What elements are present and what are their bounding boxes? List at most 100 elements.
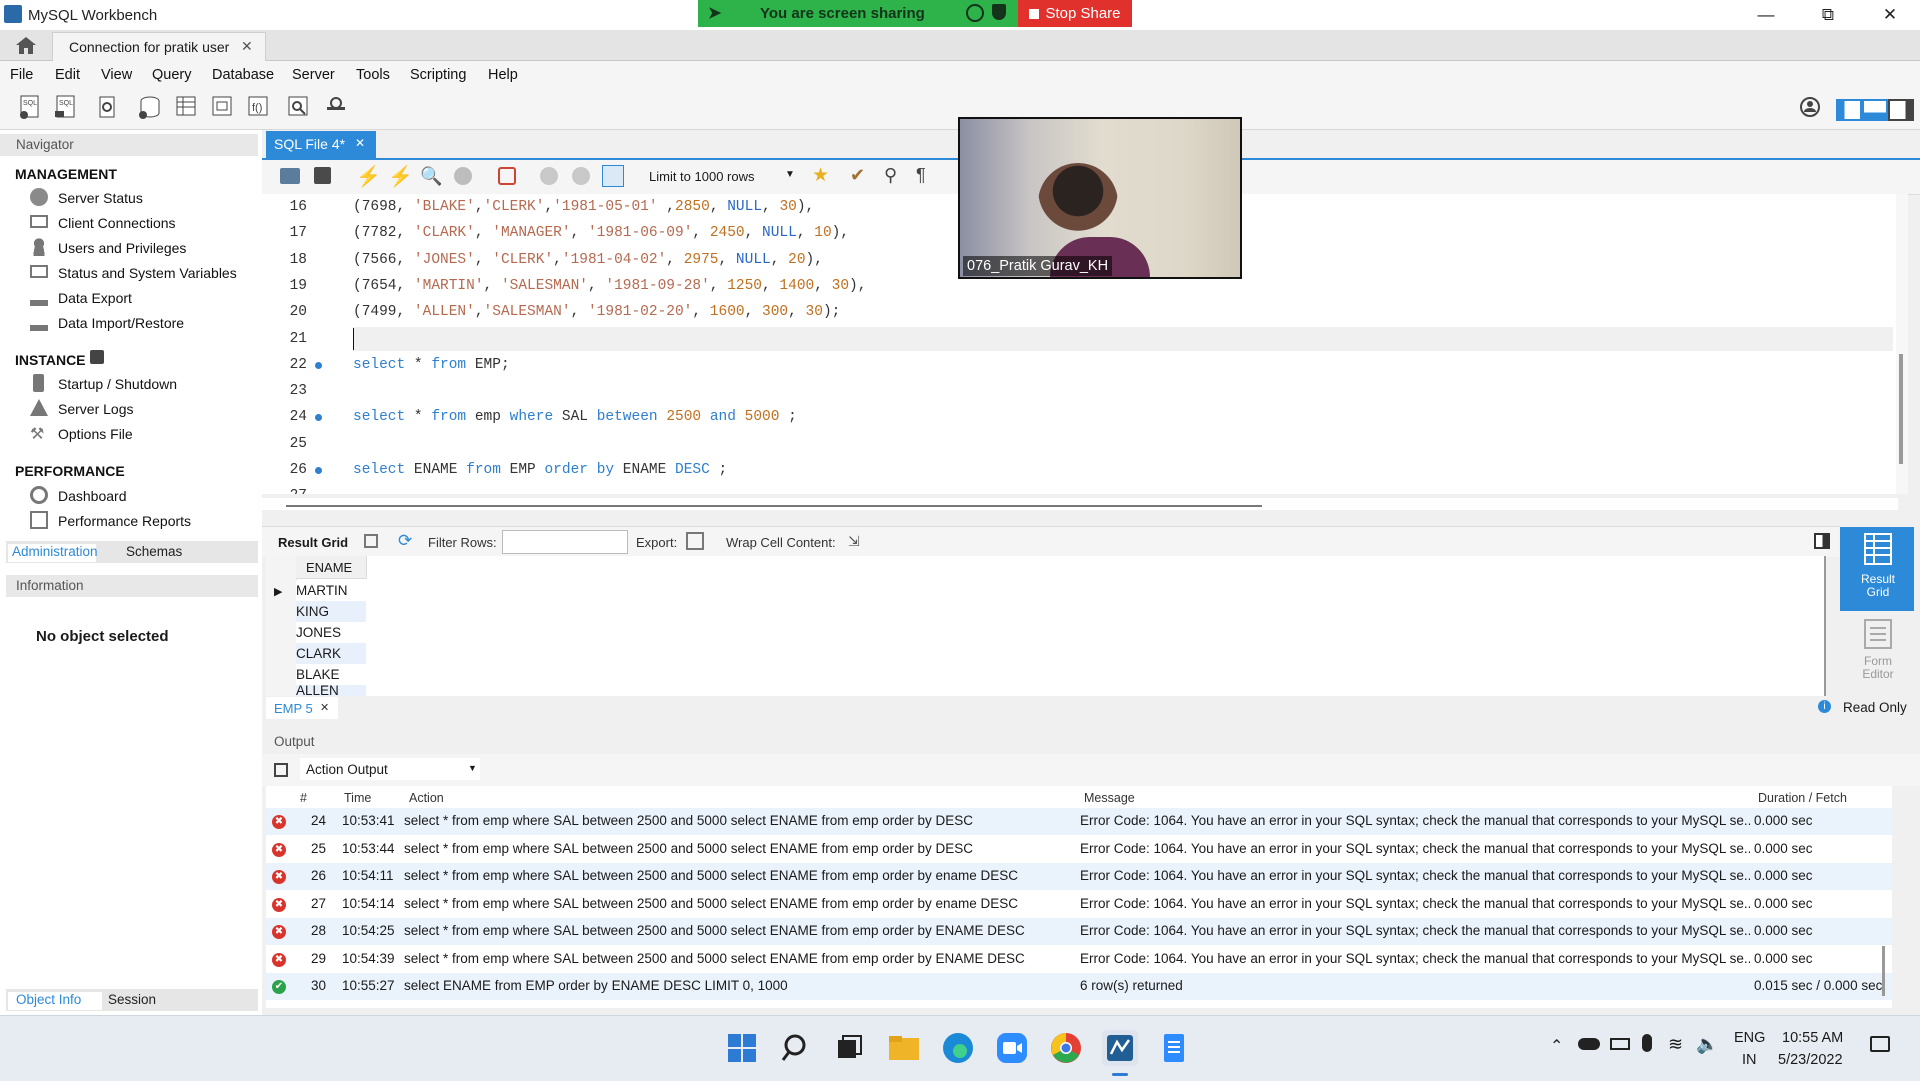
tab-schemas[interactable]: Schemas xyxy=(126,544,182,559)
limit-rows-select[interactable]: Limit to 1000 rows xyxy=(649,169,755,184)
menu-view[interactable]: View xyxy=(101,67,132,83)
search-icon[interactable] xyxy=(778,1030,814,1066)
add-bookmark-icon[interactable]: ★ xyxy=(812,164,829,187)
chevron-up-icon[interactable]: ⌃ xyxy=(1550,1036,1563,1056)
beautify-icon[interactable]: ✔ xyxy=(850,165,865,186)
language-code[interactable]: ENG xyxy=(1734,1030,1765,1046)
result-grid[interactable]: ENAME ▶ MARTIN KING JONES CLARK BLAKE AL… xyxy=(266,556,1826,696)
result-grid-label[interactable]: Result Grid xyxy=(278,535,348,550)
menu-database[interactable]: Database xyxy=(212,67,274,83)
toggle-sidebar-icon[interactable] xyxy=(1836,99,1862,121)
output-scrollbar[interactable] xyxy=(1882,946,1885,996)
task-view-icon[interactable] xyxy=(832,1030,868,1066)
grid-cell[interactable]: CLARK xyxy=(296,643,366,664)
refresh-icon[interactable]: ⟳ xyxy=(398,531,412,551)
inspector-icon[interactable] xyxy=(94,93,122,121)
menu-scripting[interactable]: Scripting xyxy=(410,67,466,83)
reconnect-icon[interactable] xyxy=(322,93,350,121)
mysql-workbench-task-icon[interactable] xyxy=(1102,1030,1138,1066)
create-schema-icon[interactable] xyxy=(136,93,164,121)
editor-scroll-thumb[interactable] xyxy=(1899,354,1903,464)
output-row[interactable]: ✖ 24 10:53:41 select * from emp where SAL b… xyxy=(266,808,1892,835)
commit-icon[interactable] xyxy=(540,167,558,185)
onedrive-icon[interactable] xyxy=(1578,1038,1600,1050)
grid-cell[interactable]: JONES xyxy=(296,622,366,643)
notepad-icon[interactable] xyxy=(1156,1030,1192,1066)
nav-users-privileges[interactable]: Users and Privileges xyxy=(30,238,250,258)
restore-button[interactable]: ⧉ xyxy=(1800,0,1856,30)
microphone-icon[interactable] xyxy=(1642,1034,1652,1052)
editor-h-scrollbar[interactable] xyxy=(262,498,1898,510)
close-button[interactable]: ✕ xyxy=(1862,0,1918,30)
chevron-down-icon[interactable]: ▼ xyxy=(785,169,795,180)
grid-cell[interactable]: ALLEN xyxy=(296,685,366,696)
code-line[interactable]: (7698, 'BLAKE','CLERK','1981-05-01' ,285… xyxy=(353,199,814,215)
output-row[interactable]: ✖ 25 10:53:44 select * from emp where SAL b… xyxy=(266,835,1892,863)
wrap-icon[interactable]: ⇲ xyxy=(848,533,860,550)
sql-file-tab[interactable]: SQL File 4* ✕ xyxy=(266,131,376,158)
result-tab-emp[interactable]: EMP 5 ✕ xyxy=(266,697,338,719)
nav-dashboard[interactable]: Dashboard xyxy=(30,486,250,506)
code-line[interactable]: (7782, 'CLARK', 'MANAGER', '1981-06-09',… xyxy=(353,225,849,241)
file-explorer-icon[interactable] xyxy=(886,1030,922,1066)
menu-query[interactable]: Query xyxy=(152,67,192,83)
invisible-chars-icon[interactable]: ¶ xyxy=(916,165,926,186)
create-table-icon[interactable] xyxy=(172,93,200,121)
info-icon[interactable] xyxy=(966,4,984,22)
clock-time[interactable]: 10:55 AM xyxy=(1782,1030,1843,1046)
copy-icon[interactable] xyxy=(274,763,288,777)
panel-toggle-icon[interactable] xyxy=(1814,533,1830,549)
nav-data-export[interactable]: Data Export xyxy=(30,288,250,308)
tab-session[interactable]: Session xyxy=(108,992,156,1007)
result-grid-side-button[interactable]: Result Grid xyxy=(1840,527,1914,611)
filter-rows-input[interactable] xyxy=(502,530,628,554)
close-tab-icon[interactable]: ✕ xyxy=(355,136,365,150)
toggle-secondary-sidebar-icon[interactable] xyxy=(1888,99,1914,121)
create-procedure-icon[interactable]: f() xyxy=(244,93,272,121)
create-view-icon[interactable] xyxy=(208,93,236,121)
action-output-select[interactable]: Action Output ▼ xyxy=(300,758,480,780)
output-row[interactable]: ✖ 27 10:54:14 select * from emp where SAL b… xyxy=(266,890,1892,918)
nav-server-status[interactable]: Server Status xyxy=(30,188,250,208)
execute-current-icon[interactable]: ⚡ xyxy=(388,164,413,189)
output-row[interactable]: ✖ 29 10:54:39 select * from emp where SAL b… xyxy=(266,945,1892,973)
grid-cell[interactable]: MARTIN xyxy=(296,580,366,601)
nav-client-connections[interactable]: Client Connections xyxy=(30,213,250,233)
menu-help[interactable]: Help xyxy=(488,67,518,83)
output-row[interactable]: ✔ 30 10:55:27 select ENAME from EMP order b… xyxy=(266,973,1892,1000)
editor-h-scroll-thumb[interactable] xyxy=(286,505,1262,507)
close-tab-icon[interactable]: ✕ xyxy=(320,701,329,714)
battery-icon[interactable] xyxy=(1610,1038,1630,1050)
find-icon[interactable]: ⚲ xyxy=(884,165,897,186)
user-account-icon[interactable] xyxy=(1796,93,1824,121)
connection-tab[interactable]: Connection for pratik user ✕ xyxy=(52,32,266,62)
minimize-button[interactable]: — xyxy=(1738,0,1794,30)
notification-icon[interactable] xyxy=(1870,1036,1890,1052)
toggle-output-icon[interactable] xyxy=(1862,99,1888,121)
volume-icon[interactable]: 🔈 xyxy=(1696,1034,1718,1055)
nav-startup-shutdown[interactable]: Startup / Shutdown xyxy=(30,374,250,394)
grid-scrollbar[interactable] xyxy=(1824,556,1826,696)
form-editor-side-button[interactable]: Form Editor xyxy=(1840,613,1914,683)
grid-icon[interactable] xyxy=(364,534,378,548)
code-line[interactable]: (7654, 'MARTIN', 'SALESMAN', '1981-09-28… xyxy=(353,278,866,294)
open-sql-script-icon[interactable]: SQL xyxy=(52,93,80,121)
code-line[interactable]: select * from EMP; xyxy=(353,357,510,373)
code-line[interactable]: select * from emp where SAL between 2500… xyxy=(353,409,797,425)
nav-performance-reports[interactable]: Performance Reports xyxy=(30,511,250,531)
explain-icon[interactable]: 🔍 xyxy=(420,166,442,187)
code-line[interactable]: (7566, 'JONES', 'CLERK','1981-04-02', 29… xyxy=(353,252,823,268)
region-code[interactable]: IN xyxy=(1742,1052,1757,1068)
new-sql-tab-icon[interactable]: SQL xyxy=(16,93,44,121)
zoom-icon[interactable] xyxy=(994,1030,1030,1066)
nav-data-import[interactable]: Data Import/Restore xyxy=(30,313,250,333)
tab-object-info[interactable]: Object Info xyxy=(8,992,102,1010)
menu-edit[interactable]: Edit xyxy=(55,67,80,83)
nav-status-variables[interactable]: Status and System Variables xyxy=(30,263,260,283)
stop-share-button[interactable]: Stop Share xyxy=(1018,0,1132,27)
code-line[interactable]: select ENAME from EMP order by ENAME DES… xyxy=(353,462,727,478)
editor-scrollbar[interactable] xyxy=(1896,194,1908,494)
output-row[interactable]: ✖ 28 10:54:25 select * from emp where SAL b… xyxy=(266,918,1892,945)
rollback-icon[interactable] xyxy=(572,167,590,185)
open-file-icon[interactable] xyxy=(280,168,300,184)
